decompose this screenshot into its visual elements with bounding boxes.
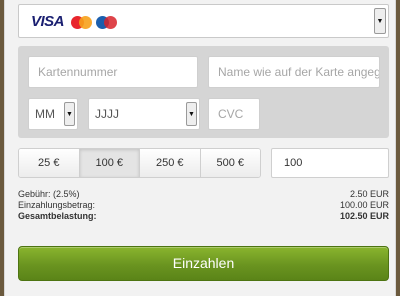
triangle-down-icon[interactable]: ▼ — [374, 8, 386, 34]
fee-summary: Gebühr: (2.5%) 2.50 EUR Einzahlungsbetra… — [18, 189, 389, 222]
expiry-year-value: JJJJ — [95, 107, 119, 121]
expiry-month-value: MM — [35, 107, 55, 121]
fee-row: Gebühr: (2.5%) 2.50 EUR — [18, 189, 389, 200]
card-number-input[interactable]: Kartennummer — [28, 56, 198, 88]
deposit-panel: VISA ▼ Kartennummer Name wie auf der Kar… — [4, 0, 396, 296]
fee-label: Gebühr: (2.5%) — [18, 189, 80, 199]
deposit-value: 100.00 EUR — [339, 200, 389, 210]
mastercard-logo — [71, 15, 93, 29]
deposit-label: Einzahlungsbetrag: — [18, 200, 96, 210]
fee-value: 2.50 EUR — [349, 189, 389, 199]
total-value: 102.50 EUR — [339, 211, 389, 221]
expiry-year-select[interactable]: JJJJ ▼ — [88, 98, 200, 130]
amount-button-250[interactable]: 250 € — [140, 149, 201, 177]
expiry-month-select[interactable]: MM ▼ — [28, 98, 78, 130]
total-label: Gesamtbelastung: — [18, 211, 97, 221]
payment-method-select[interactable]: VISA ▼ — [18, 4, 389, 38]
amount-button-25[interactable]: 25 € — [19, 149, 80, 177]
visa-logo: VISA — [31, 13, 65, 30]
amount-button-500[interactable]: 500 € — [200, 149, 260, 177]
amount-options: 25 € 100 € 250 € 500 € — [18, 148, 261, 178]
card-logos: VISA — [31, 13, 118, 30]
deposit-row: Einzahlungsbetrag: 100.00 EUR — [18, 200, 389, 211]
amount-button-100[interactable]: 100 € — [79, 149, 140, 177]
deposit-button[interactable]: Einzahlen — [18, 246, 389, 281]
cvc-input[interactable]: CVC — [208, 98, 260, 130]
maestro-logo — [96, 15, 118, 29]
triangle-down-icon[interactable]: ▼ — [186, 102, 197, 126]
card-details-box: Kartennummer Name wie auf der Karte ange… — [18, 46, 389, 138]
triangle-down-icon[interactable]: ▼ — [64, 102, 75, 126]
total-row: Gesamtbelastung: 102.50 EUR — [18, 211, 389, 222]
cardholder-name-input[interactable]: Name wie auf der Karte angegeben — [208, 56, 380, 88]
custom-amount-input[interactable]: 100 — [271, 148, 389, 178]
